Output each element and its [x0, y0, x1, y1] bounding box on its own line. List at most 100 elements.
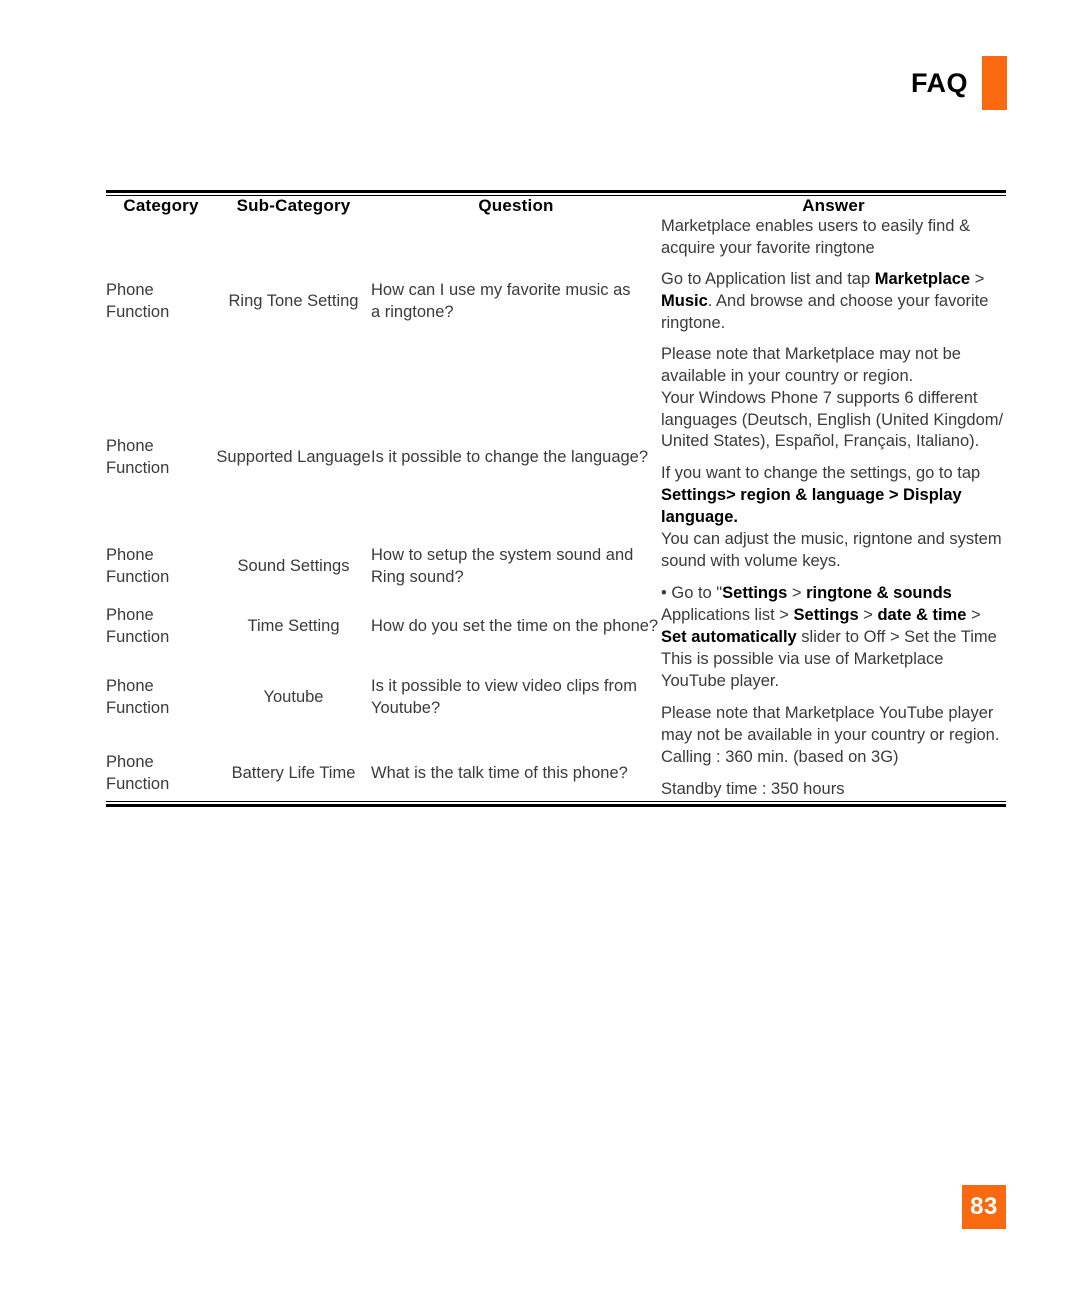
answer-text: You can adjust the music, rigntone and s… [661, 530, 1002, 571]
answer-text: Your Windows Phone 7 supports 6 differen… [661, 388, 1004, 451]
answer-text: slider to Off > Set the Time [796, 627, 997, 646]
answer-paragraph: Marketplace enables users to easily find… [661, 216, 1006, 260]
category-line-1: Phone [106, 280, 154, 299]
faq-grid: Category Sub-Category Question Answer Ph… [106, 196, 1006, 801]
answer-emphasis: Settings [722, 584, 788, 603]
table-bottom-rule-thick [106, 803, 1006, 807]
answer-paragraph: If you want to change the settings, go t… [661, 463, 1006, 529]
answer-paragraph: Calling : 360 min. (based on 3G) [661, 747, 1006, 769]
cell-sub-category: Sound Settings [237, 557, 350, 576]
category-line-1: Phone [106, 437, 154, 456]
answer-paragraph: Please note that Marketplace YouTube pla… [661, 703, 1006, 747]
category-line-1: Phone [106, 752, 154, 771]
question-line-1: Is it possible to view video clips from [371, 676, 637, 695]
cell-category: Phone Function [106, 605, 216, 649]
question-line-1: How do you set the time on the phone? [371, 616, 659, 635]
table-row: Phone Function Supported Language Is it pos… [106, 388, 1006, 530]
cell-answer: Applications list > Settings > date & ti… [661, 605, 1006, 649]
cell-sub-category: Supported Language [216, 448, 371, 467]
answer-paragraph: Please note that Marketplace may not be … [661, 344, 1006, 388]
answer-paragraph: Your Windows Phone 7 supports 6 differen… [661, 388, 1006, 454]
answer-paragraph: You can adjust the music, rigntone and s… [661, 529, 1006, 573]
category-line-2: Function [106, 698, 170, 717]
cell-question: Is it possible to change the language? [371, 388, 661, 530]
cell-category: Phone Function [106, 747, 216, 801]
table-row: Phone Function Sound Settings How to setup … [106, 529, 1006, 605]
question-line-2: a ringtone? [371, 302, 454, 321]
answer-text: Calling : 360 min. (based on 3G) [661, 747, 899, 766]
answer-emphasis: Marketplace [874, 269, 971, 288]
answer-text: If you want to change the settings, go t… [661, 464, 981, 483]
table-body: Phone Function Ring Tone Setting How can I … [106, 216, 1006, 801]
category-line-1: Phone [106, 676, 154, 695]
cell-category: Phone Function [106, 388, 216, 530]
category-line-2: Function [106, 459, 170, 478]
cell-answer: You can adjust the music, rigntone and s… [661, 529, 1006, 605]
question-line-1: What is the talk time of this phone? [371, 763, 628, 782]
answer-emphasis: ringtone & sounds [806, 584, 952, 603]
cell-question: Is it possible to view video clips from Y… [371, 649, 661, 747]
question-line-1: How can I use my favorite music as [371, 280, 631, 299]
column-header-category: Category [123, 196, 199, 215]
answer-emphasis: Music [661, 291, 708, 310]
table-header: Category Sub-Category Question Answer [106, 196, 1006, 216]
cell-answer: Your Windows Phone 7 supports 6 differen… [661, 388, 1006, 530]
table-row: Phone Function Battery Life Time What is th… [106, 747, 1006, 801]
question-line-2: Youtube? [371, 698, 441, 717]
category-line-2: Function [106, 774, 170, 793]
page-title: FAQ [910, 67, 968, 98]
category-line-1: Phone [106, 546, 154, 565]
answer-text: Go to Application list and tap [661, 269, 875, 288]
category-line-2: Function [106, 302, 170, 321]
category-line-2: Function [106, 568, 170, 587]
answer-text: Standby time : 350 hours [661, 779, 845, 798]
answer-text: This is possible via use of Marketplace … [661, 649, 944, 690]
answer-paragraph: Standby time : 350 hours [661, 779, 1006, 801]
category-line-2: Function [106, 627, 170, 646]
cell-sub-category: Youtube [263, 687, 324, 706]
answer-emphasis: date & time [877, 606, 967, 624]
answer-emphasis: Settings [793, 606, 859, 624]
answer-text: > [787, 584, 807, 603]
answer-emphasis: Set automatically [661, 627, 797, 646]
answer-emphasis: Settings> region & language > Display la… [661, 486, 962, 527]
column-header-question: Question [478, 196, 554, 215]
column-header-sub-category: Sub-Category [236, 196, 351, 215]
column-header-answer: Answer [802, 196, 865, 215]
cell-sub-category: Ring Tone Setting [228, 291, 359, 310]
cell-answer: This is possible via use of Marketplace … [661, 649, 1006, 747]
header-accent-bar [982, 56, 1007, 110]
question-line-2: Ring sound? [371, 568, 464, 587]
page-number-badge: 83 [962, 1185, 1006, 1229]
cell-question: How do you set the time on the phone? [371, 605, 661, 649]
question-line-1: How to setup the system sound and [371, 546, 634, 565]
answer-text: • Go to " [661, 584, 723, 603]
cell-question: How can I use my favorite music as a ring… [371, 216, 661, 388]
table-row: Phone Function Time Setting How do you set … [106, 605, 1006, 649]
category-line-1: Phone [106, 606, 154, 624]
table-row: Phone Function Youtube Is it possible to vi… [106, 649, 1006, 747]
cell-sub-category: Battery Life Time [231, 763, 356, 782]
cell-answer: Marketplace enables users to easily find… [661, 216, 1006, 388]
answer-text: > [970, 269, 985, 288]
answer-paragraph: • Go to "Settings > ringtone & sounds [661, 583, 1006, 605]
answer-text: > [966, 606, 981, 624]
table-header-row: Category Sub-Category Question Answer [106, 196, 1006, 216]
answer-text: Applications list > [661, 606, 794, 624]
cell-category: Phone Function [106, 529, 216, 605]
answer-text: Marketplace enables users to easily find… [661, 217, 971, 257]
page-header: FAQ [911, 55, 1007, 111]
answer-paragraph: Applications list > Settings > date & ti… [661, 605, 1006, 649]
answer-text: . And browse and choose your favorite ri… [661, 291, 989, 332]
answer-text: > [858, 606, 878, 624]
faq-table: Category Sub-Category Question Answer Ph… [106, 190, 1006, 807]
question-line-1: Is it possible to change the language? [371, 448, 649, 467]
answer-paragraph: Go to Application list and tap Marketpla… [661, 269, 1006, 335]
answer-text: Please note that Marketplace YouTube pla… [661, 703, 1000, 744]
answer-text: Please note that Marketplace may not be … [661, 344, 961, 385]
cell-sub-category: Time Setting [247, 616, 340, 635]
cell-answer: Calling : 360 min. (based on 3G) Standby … [661, 747, 1006, 801]
cell-category: Phone Function [106, 216, 216, 388]
cell-question: How to setup the system sound and Ring so… [371, 529, 661, 605]
cell-category: Phone Function [106, 649, 216, 747]
